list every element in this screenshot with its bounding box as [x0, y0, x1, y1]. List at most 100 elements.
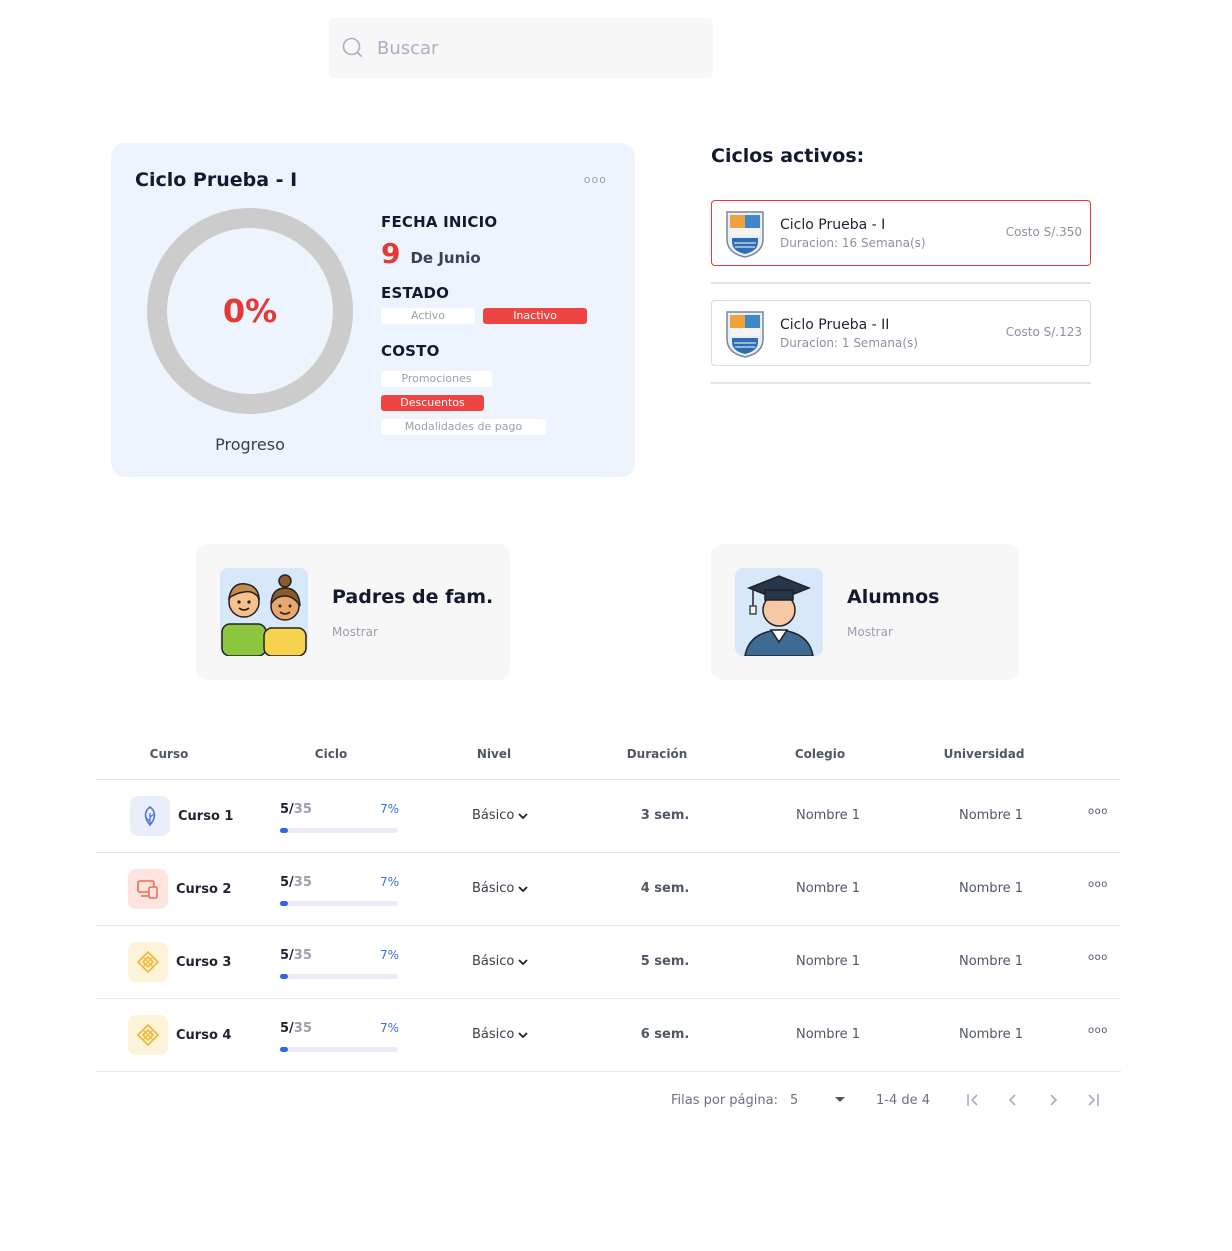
progress-fraction: 5/35: [280, 875, 312, 890]
progress-done: 5: [280, 1021, 290, 1036]
cycle-name: Ciclo Prueba - II: [780, 317, 890, 333]
progress-bar: [280, 901, 398, 906]
university-name: Nombre 1: [958, 954, 1024, 969]
cycle-name: Ciclo Prueba - I: [780, 217, 886, 233]
progress-fraction: 5/35: [280, 1021, 312, 1036]
level-value: Básico: [472, 1027, 515, 1042]
table-row: Curso 1 5/35 7% Básico 3 sem. Nombre 1 N…: [96, 780, 1121, 853]
page-range: 1-4 de 4: [875, 1092, 931, 1108]
table-row: Curso 4 5/35 7% Básico 6 sem. Nombre 1 N…: [96, 999, 1121, 1072]
progress-bar-fill: [280, 901, 289, 906]
progress-bar: [280, 828, 398, 833]
search-bar[interactable]: [329, 18, 713, 78]
progress-percent: 7%: [380, 1021, 400, 1035]
course-name[interactable]: Curso 2: [176, 882, 231, 897]
level-dropdown[interactable]: Básico: [472, 881, 529, 896]
chevron-right-icon: [1050, 1094, 1058, 1106]
cycle-list-item[interactable]: Ciclo Prueba - I Duracion: 16 Semana(s) …: [711, 200, 1091, 266]
students-title: Alumnos: [847, 586, 940, 608]
progress-total: 35: [293, 1021, 312, 1036]
course-duration: 3 sem.: [640, 808, 690, 823]
students-card[interactable]: Alumnos Mostrar: [711, 544, 1019, 680]
progress-fraction: 5/35: [280, 948, 312, 963]
col-header-colegio[interactable]: Colegio: [750, 747, 890, 761]
first-page-button[interactable]: [964, 1090, 982, 1110]
pagination: Filas por página: 5 1-4 de 4: [671, 1090, 1102, 1110]
course-name[interactable]: Curso 4: [176, 1028, 231, 1043]
course-duration: 4 sem.: [640, 881, 690, 896]
progress-done: 5: [280, 948, 290, 963]
prev-page-button[interactable]: [1004, 1090, 1022, 1110]
table-row: Curso 2 5/35 7% Básico 4 sem. Nombre 1 N…: [96, 853, 1121, 926]
rows-per-page-label: Filas por página:: [671, 1092, 778, 1108]
estado-activo-button[interactable]: Activo: [381, 308, 475, 324]
col-header-curso[interactable]: Curso: [99, 747, 239, 761]
caret-down-icon: [834, 1096, 845, 1102]
row-more-button[interactable]: ooo: [1088, 1025, 1108, 1036]
graduate-icon: [744, 575, 814, 656]
progress-done: 5: [280, 802, 290, 817]
university-name: Nombre 1: [958, 1027, 1024, 1042]
course-name[interactable]: Curso 1: [178, 809, 233, 824]
students-show-link[interactable]: Mostrar: [847, 625, 893, 639]
progress-bar-fill: [280, 974, 289, 979]
chevron-left-icon: [1008, 1094, 1016, 1106]
level-value: Básico: [472, 954, 515, 969]
costo-options: Promociones Descuentos Modalidades de pa…: [381, 371, 587, 435]
modalidades-button[interactable]: Modalidades de pago: [381, 419, 546, 435]
progress-bar: [280, 974, 398, 979]
cycle-duration: Duracion: 1 Semana(s): [780, 336, 918, 350]
col-header-universidad[interactable]: Universidad: [914, 747, 1054, 761]
devices-icon: [128, 869, 168, 909]
col-header-duracion[interactable]: Duración: [587, 747, 727, 761]
row-more-button[interactable]: ooo: [1088, 952, 1108, 963]
progress-percent: 7%: [380, 875, 400, 889]
row-more-button[interactable]: ooo: [1088, 806, 1108, 817]
course-duration: 5 sem.: [640, 954, 690, 969]
divider: [96, 1071, 1121, 1072]
progress-bar: [280, 1047, 398, 1052]
last-page-icon: [1088, 1094, 1099, 1106]
progress-total: 35: [293, 875, 312, 890]
estado-inactivo-button[interactable]: Inactivo: [483, 308, 587, 324]
level-value: Básico: [472, 808, 515, 823]
search-input[interactable]: [377, 37, 677, 59]
cycle-list-item[interactable]: Ciclo Prueba - II Duracion: 1 Semana(s) …: [711, 300, 1091, 366]
cycle-summary-card: Ciclo Prueba - I ooo 0% Progreso FECHA I…: [111, 143, 635, 477]
promociones-button[interactable]: Promociones: [381, 371, 492, 387]
progress-fraction: 5/35: [280, 802, 312, 817]
school-crest-icon: [726, 311, 764, 358]
parents-card[interactable]: Padres de fam. Mostrar: [196, 544, 510, 680]
course-name[interactable]: Curso 3: [176, 955, 231, 970]
school-crest-icon: [726, 211, 764, 258]
leaf-icon: [130, 796, 170, 836]
last-page-button[interactable]: [1084, 1090, 1102, 1110]
next-page-button[interactable]: [1044, 1090, 1062, 1110]
progress-done: 5: [280, 875, 290, 890]
date-day: 9: [381, 237, 401, 270]
descuentos-button[interactable]: Descuentos: [381, 395, 484, 411]
progress-value: 0%: [222, 292, 278, 330]
progress-label: Progreso: [215, 435, 285, 454]
level-dropdown[interactable]: Básico: [472, 1027, 529, 1042]
progress-percent: 7%: [380, 948, 400, 962]
search-icon: [342, 37, 362, 57]
level-dropdown[interactable]: Básico: [472, 808, 529, 823]
card-more-button[interactable]: ooo: [584, 173, 607, 186]
level-dropdown[interactable]: Básico: [472, 954, 529, 969]
divider: [711, 382, 1091, 384]
col-header-ciclo[interactable]: Ciclo: [261, 747, 401, 761]
level-value: Básico: [472, 881, 515, 896]
date-month: De Junio: [410, 249, 481, 267]
progress-total: 35: [293, 948, 312, 963]
divider: [711, 282, 1091, 284]
rows-per-page-select[interactable]: 5: [790, 1093, 846, 1108]
course-duration: 6 sem.: [640, 1027, 690, 1042]
row-more-button[interactable]: ooo: [1088, 879, 1108, 890]
chevron-down-icon: [518, 958, 529, 965]
cycle-cost: Costo S/.123: [1005, 325, 1082, 339]
col-header-nivel[interactable]: Nivel: [424, 747, 564, 761]
parents-show-link[interactable]: Mostrar: [332, 625, 378, 639]
cycle-cost: Costo S/.350: [1005, 225, 1082, 239]
progress-percent: 7%: [380, 802, 400, 816]
